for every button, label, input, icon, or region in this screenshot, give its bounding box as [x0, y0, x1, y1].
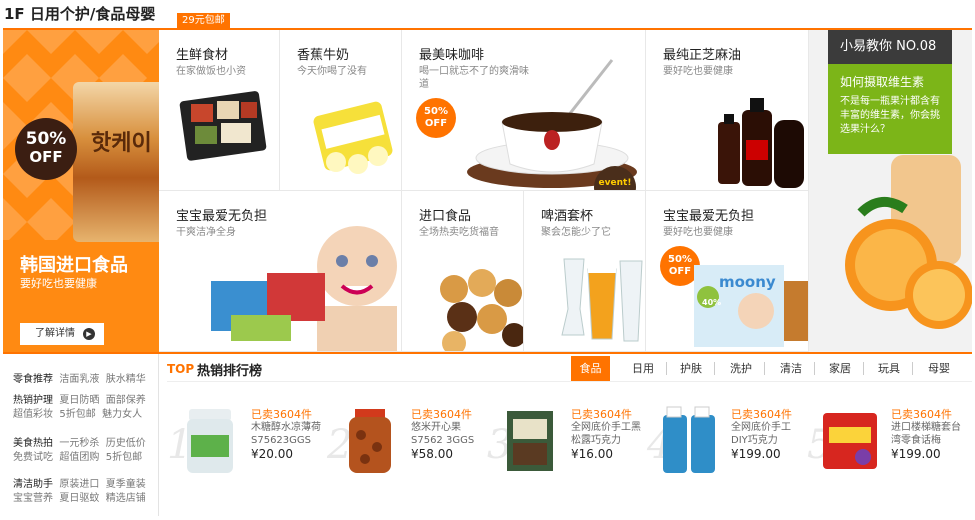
link[interactable]: 宝宝营养	[13, 493, 53, 504]
tab-home[interactable]: 家居	[821, 356, 859, 381]
cell-title: 进口食品	[419, 209, 472, 224]
link[interactable]: 精选店铺	[106, 493, 146, 504]
cell-title: 香蕉牛奶	[297, 48, 350, 63]
grid-cell-beer-glasses[interactable]: 啤酒套杯 聚会怎能少了它	[524, 191, 646, 352]
sesame-oil-image	[718, 98, 804, 188]
cell-subtitle: 要好吃也要健康	[663, 66, 733, 77]
carousel-dot-2[interactable]	[30, 334, 36, 340]
nut-jar-image	[349, 409, 391, 473]
moony-brand: moony	[719, 273, 776, 291]
beer-glasses-image	[561, 258, 643, 342]
product-name[interactable]: 悠米开心果S7562 3GGS	[411, 421, 485, 447]
rank-item[interactable]: 1 已卖3604件 木糖醇水凉薄荷S75623GGS ¥20.00	[167, 400, 329, 490]
product-name[interactable]: 全网底价手工DIY巧克力	[731, 421, 805, 447]
pancake-package-label: 핫케이	[91, 130, 152, 156]
ranking-divider	[167, 381, 972, 382]
grid-cell-sesame-oil[interactable]: 最纯正芝麻油 要好吃也要健康	[646, 30, 809, 191]
grid-cell-fresh-food[interactable]: 生鲜食材 在家做饭也小资	[159, 30, 280, 191]
cell-title: 宝宝最爱无负担	[663, 209, 755, 224]
link[interactable]: 魅力女人	[102, 409, 142, 420]
ranking-title: 热销排行榜	[197, 364, 263, 379]
discount-badge: 50% OFF	[15, 118, 77, 180]
rank-item[interactable]: 3 已卖3604件 全网底价手工黑松露巧克力 ¥16.00	[487, 400, 649, 490]
tab-wash[interactable]: 洗护	[722, 356, 760, 381]
candy-bag-image	[823, 413, 877, 469]
top-label: TOP	[167, 362, 195, 376]
grid-cell-imported-food[interactable]: 进口食品 全场热卖吃货福音	[402, 191, 524, 352]
rank-item[interactable]: 5 已卖3604件 进口楼梯糖套台湾零食话梅 ¥199.00	[807, 400, 969, 490]
link[interactable]: 超值团购	[59, 452, 99, 463]
tip-text: 不是每一瓶果汁都含有丰富的维生素，你会挑选果汁么？	[840, 96, 940, 135]
link[interactable]: 夏日驱蚊	[59, 493, 99, 504]
banner-subtitle: 要好吃也要健康	[20, 277, 97, 290]
sold-count: 已卖3604件	[251, 408, 312, 421]
grid-cell-banana-milk[interactable]: 香蕉牛奶 今天你喝了没有	[280, 30, 402, 191]
carousel-dot-1[interactable]	[20, 334, 26, 340]
grid-cell-coffee[interactable]: 最美味咖啡 喝一口就忘不了的爽滑味道 50% OFF event!	[402, 30, 646, 191]
bento-box-image	[179, 91, 267, 161]
cell-subtitle: 要好吃也要健康	[663, 227, 733, 238]
baby-diapers-image	[211, 226, 397, 351]
product-price: ¥16.00	[571, 447, 613, 461]
cell-title: 最纯正芝麻油	[663, 48, 742, 63]
link[interactable]: 5折包邮	[59, 409, 95, 420]
tip-title: 如何摄取维生素	[840, 75, 925, 89]
tab-skincare[interactable]: 护肤	[672, 356, 710, 381]
cookies-image	[440, 269, 523, 351]
sale-badge: 50% OFF	[416, 98, 456, 138]
sold-count: 已卖3604件	[411, 408, 472, 421]
banana-milk-image	[313, 101, 393, 174]
cell-title: 生鲜食材	[176, 48, 229, 63]
tab-toys[interactable]: 玩具	[870, 356, 908, 381]
product-price: ¥199.00	[891, 447, 941, 461]
tab-daily[interactable]: 日用	[624, 356, 662, 381]
link[interactable]: 肤水精华	[106, 374, 146, 385]
chocolate-bag-image	[507, 411, 553, 471]
banner-title: 韩国进口食品	[20, 255, 128, 276]
korean-food-banner[interactable]: 핫케이 50% OFF 韩国进口食品 要好吃也要健康 了解详情 ▶	[3, 30, 159, 352]
cell-title: 啤酒套杯	[541, 209, 594, 224]
moony-promo: 40%	[702, 298, 722, 307]
product-name[interactable]: 全网底价手工黑松露巧克力	[571, 421, 645, 447]
product-price: ¥58.00	[411, 447, 453, 461]
tip-header: 小易教你 NO.08	[828, 30, 952, 64]
carousel-dot-3[interactable]	[40, 334, 46, 340]
cell-subtitle: 全场热卖吃货福音	[419, 227, 499, 238]
tab-baby[interactable]: 母婴	[920, 356, 958, 381]
tab-cleaning[interactable]: 清洁	[772, 356, 810, 381]
pancake-mix-image	[73, 82, 159, 242]
cell-subtitle: 今天你喝了没有	[297, 66, 367, 77]
category-links: 零食推荐 洁面乳液 肤水精华 热销护理 夏日防晒 面部保养 超值彩妆 5折包邮 …	[3, 354, 159, 516]
product-price: ¥20.00	[251, 447, 293, 461]
grid-cell-baby-diapers[interactable]: 宝宝最爱无负担 干爽洁净全身	[159, 191, 402, 352]
link[interactable]: 5折包邮	[106, 452, 142, 463]
sold-count: 已卖3604件	[891, 408, 952, 421]
link[interactable]: 免费试吃	[13, 452, 53, 463]
mouthwash-image	[663, 406, 715, 473]
rank-item[interactable]: 2 已卖3604件 悠米开心果S7562 3GGS ¥58.00	[327, 400, 489, 490]
cell-subtitle: 在家做饭也小资	[176, 66, 246, 77]
tab-food[interactable]: 食品	[571, 356, 610, 381]
sold-count: 已卖3604件	[571, 408, 632, 421]
gum-bottle-image	[187, 409, 233, 473]
floor-title: 1F 日用个护/食品母婴	[4, 5, 156, 23]
arrow-right-icon: ▶	[83, 328, 95, 340]
product-name[interactable]: 木糖醇水凉薄荷S75623GGS	[251, 421, 325, 447]
product-name[interactable]: 进口楼梯糖套台湾零食话梅	[891, 421, 965, 447]
rank-item[interactable]: 4 已卖3604件 全网底价手工DIY巧克力 ¥199.00	[647, 400, 809, 490]
link[interactable]: 洁面乳液	[59, 374, 99, 385]
link-category[interactable]: 零食推荐	[13, 374, 53, 385]
cell-subtitle: 聚会怎能少了它	[541, 227, 611, 238]
sold-count: 已卖3604件	[731, 408, 792, 421]
orange-juice-image	[845, 155, 972, 329]
tip-box[interactable]: 如何摄取维生素 不是每一瓶果汁都含有丰富的维生素，你会挑选果汁么？	[828, 64, 952, 154]
shipping-badge[interactable]: 29元包邮	[177, 13, 230, 29]
link[interactable]: 超值彩妆	[13, 409, 53, 420]
grid-cell-moony[interactable]: 宝宝最爱无负担 要好吃也要健康 50% OFF moony 40%	[646, 191, 809, 352]
product-price: ¥199.00	[731, 447, 781, 461]
